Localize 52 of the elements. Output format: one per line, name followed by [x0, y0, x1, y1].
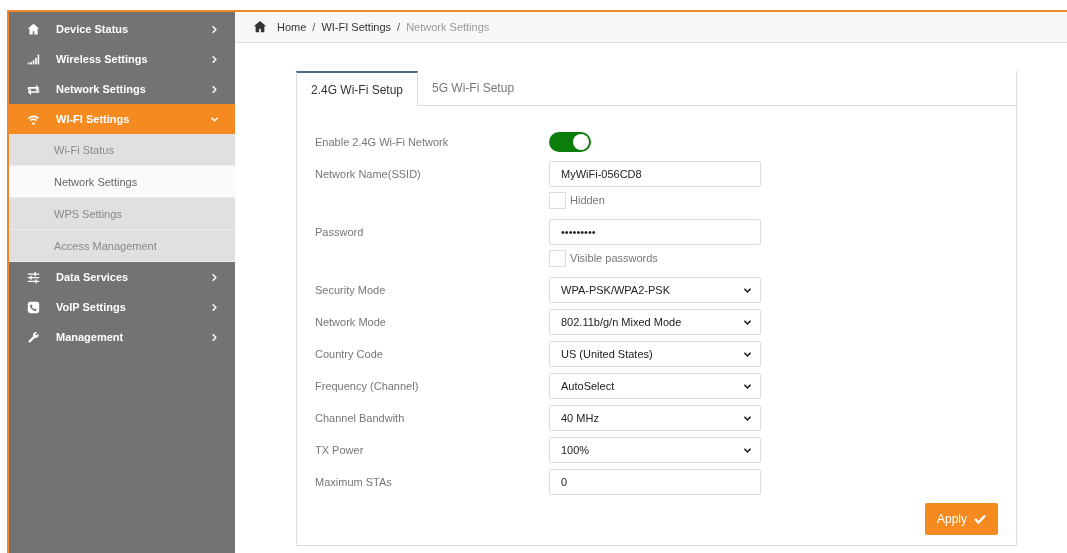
checkbox[interactable] [549, 191, 566, 209]
chevron-right-icon [210, 302, 219, 312]
field-label: Frequency (Channel) [315, 380, 420, 392]
field-label: Maximum STAs [315, 476, 393, 488]
input-field[interactable]: 0 [549, 469, 761, 495]
dropdown[interactable]: 40 MHz [549, 405, 761, 431]
submenu-item[interactable]: Network Settings [9, 166, 235, 198]
phone-icon [27, 300, 40, 314]
breadcrumb-link[interactable]: WI-FI Settings [321, 21, 392, 33]
field-label: Password [315, 226, 365, 238]
field-label: Country Code [315, 348, 384, 360]
field-label: Channel Bandwith [315, 412, 406, 424]
checkbox[interactable] [549, 249, 566, 267]
toggle-switch[interactable] [549, 132, 591, 152]
breadcrumb-current: Network Settings [406, 21, 490, 33]
chevron-right-icon [210, 54, 219, 64]
wrench-icon [27, 330, 40, 344]
dropdown[interactable]: US (United States) [549, 341, 761, 367]
input-field[interactable]: MyWiFi-056CD8 [549, 161, 761, 187]
breadcrumb-link[interactable]: Home [277, 21, 307, 33]
swap-arrows-icon [27, 82, 40, 96]
chevron-right-icon [210, 24, 219, 34]
chevron-right-icon [210, 332, 219, 342]
dropdown[interactable]: 100% [549, 437, 761, 463]
chevron-right-icon [210, 84, 219, 94]
field-label: Security Mode [315, 284, 387, 296]
dropdown[interactable]: 802.11b/g/n Mixed Mode [549, 309, 761, 335]
home-icon [253, 20, 267, 34]
field-label: Enable 2.4G Wi-Fi Network [315, 136, 450, 148]
checkbox-label: Hidden [570, 194, 605, 206]
dropdown[interactable]: WPA-PSK/WPA2-PSK [549, 277, 761, 303]
field-label: TX Power [315, 444, 365, 456]
field-label: Network Mode [315, 316, 387, 328]
sidebar-item[interactable]: Wireless Settings [9, 44, 235, 74]
tab[interactable]: 5G Wi-Fi Setup [418, 71, 529, 106]
sidebar-item[interactable]: Management [9, 322, 235, 352]
checkmark-icon [974, 514, 986, 524]
signal-bars-icon [27, 52, 40, 66]
sidebar-item[interactable]: Data Services [9, 262, 235, 292]
sliders-icon [27, 270, 40, 284]
input-field[interactable]: ••••••••• [549, 219, 761, 245]
sidebar-item[interactable]: VoIP Settings [9, 292, 235, 322]
checkbox-label: Visible passwords [570, 252, 658, 264]
dropdown[interactable]: AutoSelect [549, 373, 761, 399]
sidebar-item[interactable]: Device Status [9, 14, 235, 44]
breadcrumb-separator: / [312, 21, 316, 33]
chevron-right-icon [210, 272, 219, 282]
sidebar-item[interactable]: Network Settings [9, 74, 235, 104]
home-icon [27, 22, 40, 36]
field-label: Network Name(SSID) [315, 168, 422, 180]
tab[interactable]: 2.4G Wi-Fi Setup [296, 71, 419, 106]
breadcrumb-separator: / [397, 21, 401, 33]
